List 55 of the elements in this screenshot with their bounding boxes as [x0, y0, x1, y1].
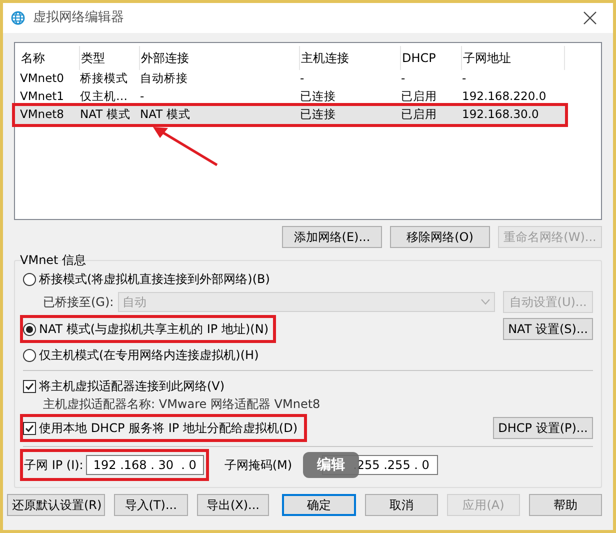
checkbox-option[interactable]: 将主机虚拟适配器连接到此网络(V): [23, 375, 231, 397]
table-cell-text: 已连接: [300, 88, 337, 106]
column-header[interactable]: 类型: [80, 46, 140, 70]
dialog-button[interactable]: 导入(T)...: [114, 494, 188, 516]
table-cell-text: -: [462, 70, 468, 88]
adapter-name-text: 主机虚拟适配器名称: VMware 网络适配器 VMnet8: [42, 397, 320, 413]
column-header[interactable]: 子网地址: [462, 46, 565, 70]
column-header[interactable]: 名称: [20, 46, 80, 70]
dialog-button[interactable]: 导出(X)...: [196, 494, 270, 516]
table-cell-text: VMnet8: [20, 106, 65, 124]
globe-icon: [11, 11, 25, 25]
window-title: 虚拟网络编辑器: [33, 9, 125, 28]
check-icon: [24, 422, 35, 434]
column-header[interactable]: 外部连接: [140, 46, 300, 70]
field-label: 已桥接至(G):: [43, 294, 114, 311]
dialog-button[interactable]: 帮助: [529, 494, 602, 516]
table-row[interactable]: VMnet8 NAT 模式 NAT 模式 已连接 已启用 192.168.30.0: [15, 106, 565, 124]
table-cell-text: -: [401, 70, 406, 88]
table-cell-text: -: [300, 70, 306, 88]
ip-address-field[interactable]: 192 .168 . 30 . 0: [86, 455, 204, 475]
group-title: VMnet 信息: [20, 253, 88, 267]
table-cell-text: 自动桥接: [140, 70, 189, 88]
table-row[interactable]: VMnet0 桥接模式 自动桥接 - - -: [15, 70, 565, 88]
table-cell-text: VMnet0: [20, 70, 65, 88]
radio-option[interactable]: 桥接模式(将虚拟机直接连接到外部网络)(B): [23, 268, 274, 290]
annotation-arrow: [153, 127, 218, 166]
field-label: 子网 IP (I):: [23, 457, 84, 474]
table-cell-text: 192.168.30.0: [462, 106, 540, 124]
table-cell-text: NAT 模式: [80, 106, 132, 124]
table-cell-text: 192.168.220.0: [462, 88, 548, 106]
table-cell-text: VMnet1: [20, 88, 65, 106]
table-row[interactable]: VMnet1 仅主机… - 已连接 已启用 192.168.220.0: [15, 88, 565, 106]
column-header[interactable]: DHCP: [401, 46, 462, 70]
dialog-button[interactable]: 添加网络(E)...: [282, 226, 382, 248]
field-label: 子网掩码(M): [224, 457, 292, 474]
dialog-button[interactable]: 确定: [282, 494, 356, 516]
table-cell-text: 已启用: [401, 106, 438, 124]
check-icon: [24, 380, 35, 392]
close-icon: [583, 11, 597, 25]
table-cell-text: 已连接: [300, 106, 337, 124]
chevron-down-icon: [481, 299, 490, 305]
table-cell-text: NAT 模式: [140, 106, 192, 124]
table-cell-text: -: [140, 88, 146, 106]
dialog-button[interactable]: 还原默认设置(R): [7, 494, 105, 516]
dialog-button[interactable]: DHCP 设置(P)...: [493, 417, 593, 439]
table-cell-text: 已启用: [401, 88, 438, 106]
radio-option[interactable]: 仅主机模式(在专用网络内连接虚拟机)(H): [23, 344, 263, 366]
column-header[interactable]: 主机连接: [300, 46, 401, 70]
dialog-button[interactable]: NAT 设置(S)...: [503, 318, 593, 340]
dialog-button[interactable]: 移除网络(O): [390, 226, 490, 248]
dialog-button[interactable]: 取消: [365, 494, 438, 516]
radio-option[interactable]: NAT 模式(与虚拟机共享主机的 IP 地址)(N): [23, 318, 273, 340]
table-cell-text: 桥接模式: [80, 70, 129, 88]
checkbox-option[interactable]: 使用本地 DHCP 服务将 IP 地址分配给虚拟机(D): [23, 417, 304, 439]
table-cell-text: 仅主机…: [80, 88, 128, 106]
